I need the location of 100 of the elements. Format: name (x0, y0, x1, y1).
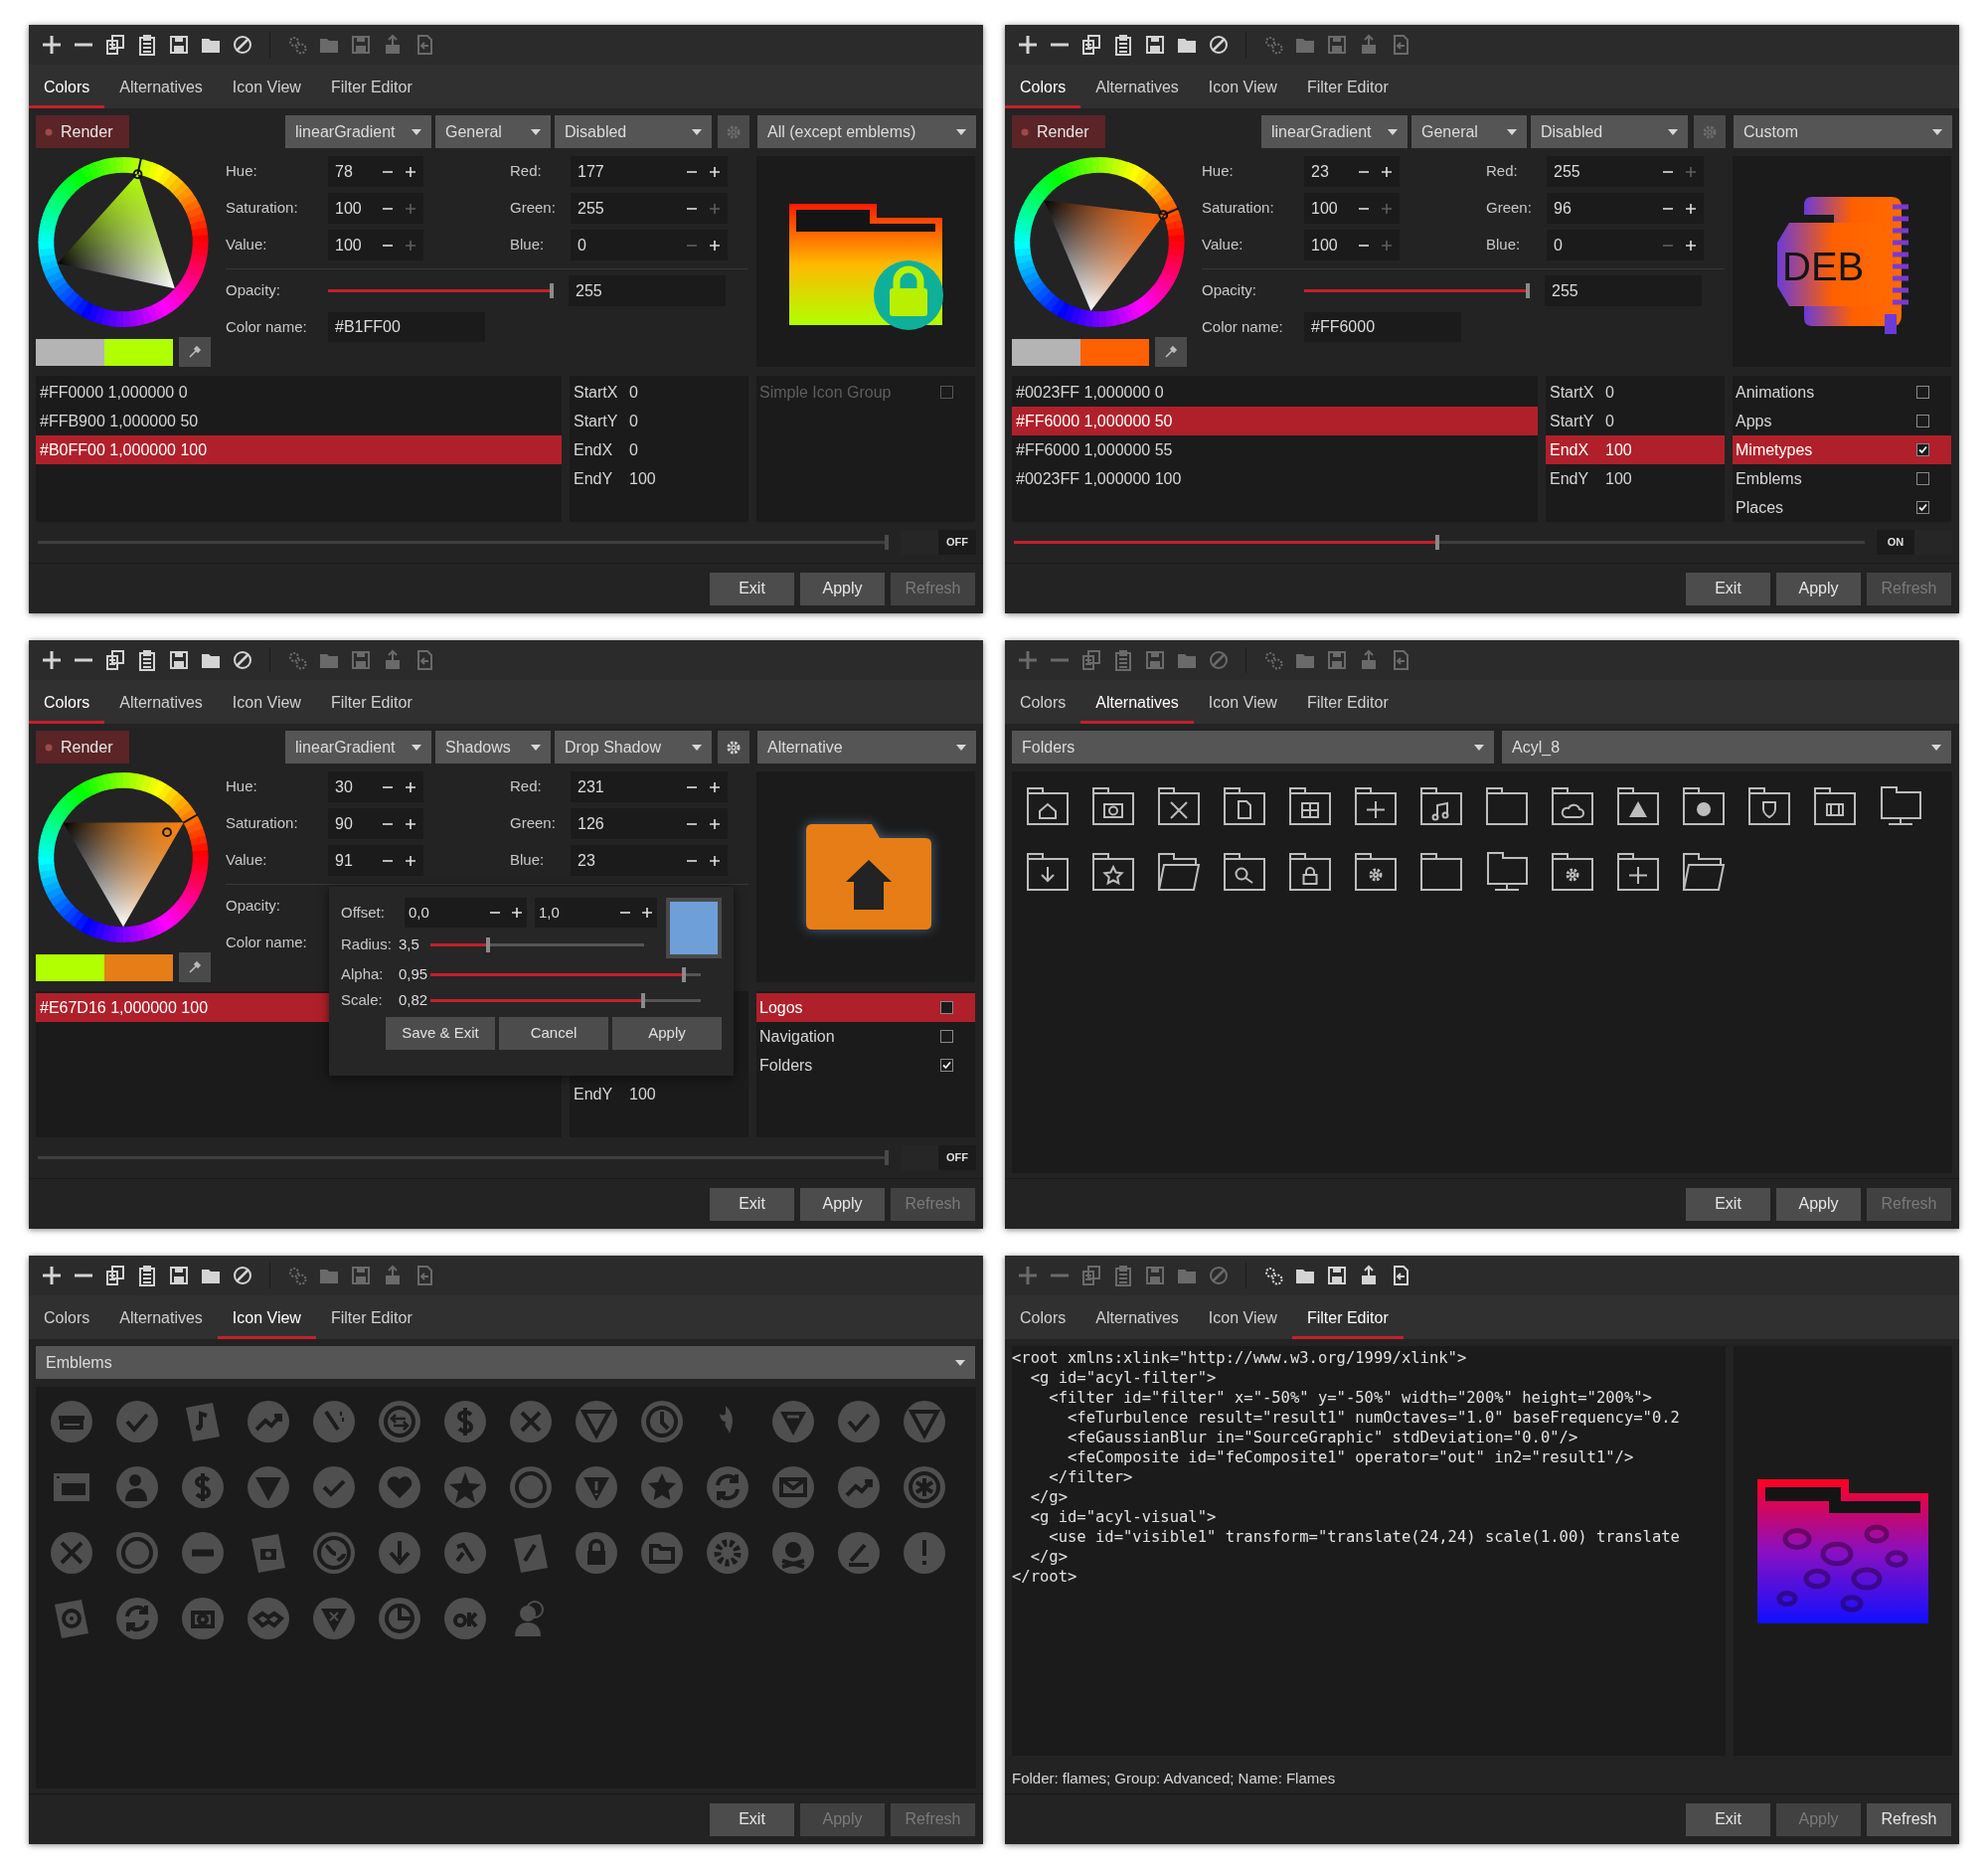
button[interactable]: Apply (1776, 572, 1861, 605)
copy-icon[interactable] (104, 1265, 126, 1286)
color-wheel[interactable] (36, 156, 211, 328)
dropdown[interactable]: Custom (1734, 115, 1952, 148)
cloud-folder-icon[interactable] (1551, 784, 1594, 828)
spin-box[interactable]: 30 (328, 771, 423, 802)
save-icon[interactable] (168, 1265, 190, 1286)
list-item[interactable]: StartY 0 (1546, 407, 1725, 435)
dropdown[interactable]: Alternative (757, 731, 976, 764)
dropdown[interactable]: linearGradient (285, 115, 431, 148)
dropdown[interactable]: Disabled (1531, 115, 1688, 148)
tab[interactable]: Colors (29, 1299, 105, 1339)
checkbox[interactable] (1916, 472, 1929, 485)
button[interactable]: Exit (710, 1187, 794, 1221)
network-folder-icon[interactable] (1879, 784, 1922, 828)
list-item[interactable]: StartY 0 (570, 407, 748, 435)
film-folder-icon[interactable] (1813, 784, 1857, 828)
save-icon[interactable] (168, 649, 190, 671)
spin-box[interactable]: 90 (328, 808, 423, 839)
tab[interactable]: Alternatives (104, 69, 218, 108)
tab[interactable]: Alternatives (1080, 69, 1194, 108)
starfish-icon[interactable] (443, 1465, 487, 1509)
list-item[interactable]: Places (1733, 493, 1951, 522)
list-item[interactable]: EndY 100 (1546, 464, 1725, 493)
spin-box[interactable]: 100 (1304, 230, 1400, 260)
spin-box[interactable]: 231 (571, 771, 728, 802)
tools-folder-icon[interactable] (1157, 784, 1201, 828)
list-item[interactable]: EndX 0 (570, 435, 748, 464)
cancel-icon[interactable] (232, 1265, 253, 1286)
search-folder-icon[interactable] (1223, 850, 1266, 894)
list-item[interactable]: Emblems (1733, 464, 1951, 493)
tab[interactable]: Colors (1005, 684, 1081, 724)
save-icon[interactable] (168, 34, 190, 56)
button[interactable]: Cancel (499, 1017, 608, 1050)
checkbox[interactable] (940, 1059, 953, 1072)
spin-box[interactable]: 1,0 (535, 898, 657, 928)
tab[interactable]: Icon View (1193, 684, 1292, 724)
dropdown[interactable]: Disabled (555, 115, 712, 148)
render-button[interactable]: Render (36, 115, 129, 148)
dropdown[interactable]: linearGradient (285, 731, 431, 764)
save-icon[interactable] (1144, 34, 1166, 56)
render-button[interactable]: Render (36, 731, 129, 764)
tab[interactable]: Alternatives (1080, 684, 1194, 724)
dropdown[interactable]: All (except emblems) (757, 115, 976, 148)
list-item[interactable]: EndY 100 (570, 464, 748, 493)
gear-folder-icon[interactable] (1354, 850, 1398, 894)
checkbox[interactable] (1916, 386, 1929, 399)
list-item[interactable]: Folders (756, 1051, 975, 1080)
spin-box[interactable]: 100 (328, 193, 423, 224)
gears-icon[interactable] (1262, 1265, 1284, 1286)
checkbox[interactable] (1916, 443, 1929, 456)
spin-box[interactable]: 23 (1304, 156, 1400, 187)
input-field[interactable]: 255 (1545, 275, 1702, 306)
button[interactable]: Apply (1776, 1187, 1861, 1221)
eyedropper-button[interactable] (179, 952, 211, 982)
checkbox[interactable] (1916, 501, 1929, 514)
folder-icon[interactable] (1419, 850, 1463, 894)
document-folder-icon[interactable] (1223, 784, 1266, 828)
button[interactable]: Exit (1686, 1802, 1770, 1836)
button[interactable]: Exit (1686, 572, 1770, 605)
spin-box[interactable]: 23 (571, 845, 728, 876)
toggle-switch[interactable]: OFF (901, 530, 976, 555)
dropdown[interactable]: Shadows (435, 731, 551, 764)
list-item[interactable]: #FFB900 1,000000 50 (36, 407, 562, 435)
list-item[interactable]: #B0FF00 1,000000 100 (36, 435, 562, 464)
gear-folder-icon[interactable] (1551, 850, 1594, 894)
cancel-icon[interactable] (232, 34, 253, 56)
tab[interactable]: Icon View (217, 684, 316, 724)
checkbox[interactable] (1916, 415, 1929, 427)
list-item[interactable]: Animations (1733, 378, 1951, 407)
color-wheel[interactable] (36, 771, 211, 943)
tab[interactable]: Icon View (217, 69, 316, 108)
list-item[interactable]: Apps (1733, 407, 1951, 435)
button[interactable]: Apply (612, 1017, 722, 1050)
download-folder-icon[interactable] (1026, 850, 1070, 894)
checkbox[interactable] (940, 1030, 953, 1043)
tab[interactable]: Filter Editor (1291, 1299, 1404, 1339)
clipboard-icon[interactable] (136, 1265, 158, 1286)
dropdown[interactable]: Folders (1012, 731, 1494, 764)
spin-box[interactable]: 0,0 (405, 898, 527, 928)
tab[interactable]: Colors (29, 684, 105, 724)
checkbox[interactable] (940, 1001, 953, 1014)
open-folder-icon[interactable] (1157, 850, 1201, 894)
list-item[interactable]: StartX 0 (570, 378, 748, 407)
plus-folder-icon[interactable] (1354, 784, 1398, 828)
list-item[interactable]: #0023FF 1,000000 0 (1012, 378, 1538, 407)
button[interactable]: Refresh (1867, 1802, 1951, 1836)
list-item[interactable]: #0023FF 1,000000 100 (1012, 464, 1538, 493)
slider-handle[interactable] (1526, 283, 1530, 298)
color-swatch[interactable] (666, 898, 722, 958)
plus-folder-icon[interactable] (1616, 850, 1660, 894)
tab[interactable]: Alternatives (104, 684, 218, 724)
check-seal-icon[interactable] (115, 1400, 159, 1444)
list-item[interactable]: #FF6000 1,000000 55 (1012, 435, 1538, 464)
save-icon[interactable] (1326, 1265, 1348, 1286)
list-item[interactable]: Mimetypes (1733, 435, 1951, 464)
clipboard-icon[interactable] (136, 649, 158, 671)
spin-box[interactable]: 177 (571, 156, 728, 187)
list-item[interactable]: #FF0000 1,000000 0 (36, 378, 562, 407)
button[interactable]: Exit (710, 572, 794, 605)
